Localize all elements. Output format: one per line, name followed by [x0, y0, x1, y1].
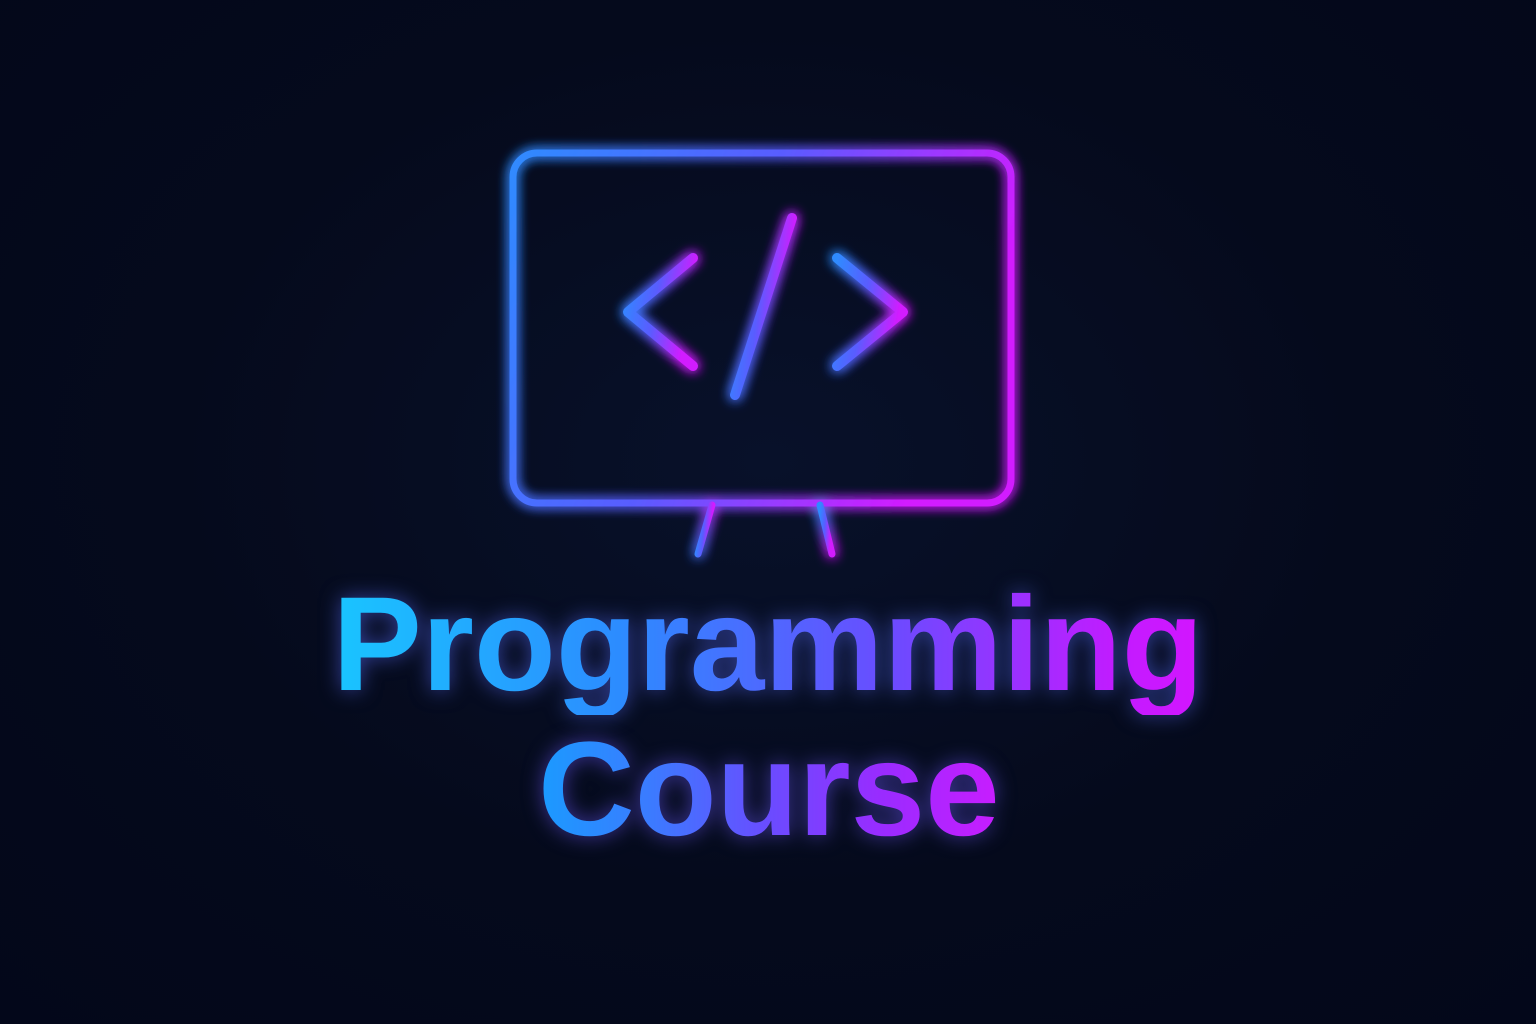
monitor-screen [509, 149, 1015, 507]
title-line-programming: Programming [268, 575, 1268, 715]
left-angle-bracket-icon [623, 253, 698, 371]
title-line-course: Course [538, 715, 1000, 864]
slash-icon [730, 213, 797, 400]
right-angle-bracket-icon [832, 253, 908, 371]
monitor-stand-right [816, 501, 836, 558]
monitor-code-icon [509, 149, 1015, 560]
course-title: Programming Course [268, 575, 1268, 875]
monitor-stand-left [694, 501, 716, 558]
